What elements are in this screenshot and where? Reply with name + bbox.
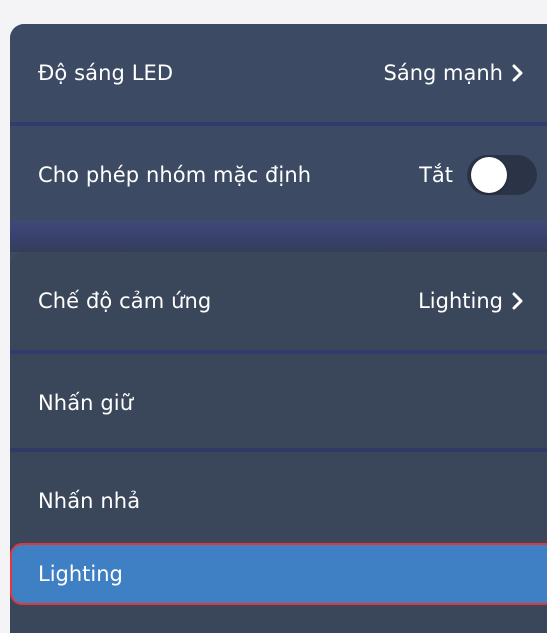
default-group-toggle[interactable] <box>467 155 537 195</box>
settings-panel: Độ sáng LED Sáng mạnh Cho phép nhóm mặc … <box>10 24 547 633</box>
default-group-state-text: Tắt <box>419 163 453 187</box>
lighting-option-selected[interactable]: Lighting <box>10 543 547 605</box>
led-brightness-value: Sáng mạnh <box>383 61 503 85</box>
toggle-knob <box>471 157 507 193</box>
lighting-option-label: Lighting <box>38 562 123 586</box>
press-hold-row[interactable]: Nhấn giữ <box>10 354 547 452</box>
press-release-row[interactable]: Nhấn nhả <box>10 452 547 550</box>
default-group-label: Cho phép nhóm mặc định <box>38 163 312 187</box>
press-hold-label: Nhấn giữ <box>38 391 134 415</box>
led-brightness-label: Độ sáng LED <box>38 61 174 85</box>
default-group-row: Cho phép nhóm mặc định Tắt <box>10 126 547 221</box>
default-group-state-group: Tắt <box>419 155 537 195</box>
press-release-label: Nhấn nhả <box>38 489 141 513</box>
touch-mode-label: Chế độ cảm ứng <box>38 289 212 313</box>
led-brightness-value-group: Sáng mạnh <box>383 61 523 85</box>
touch-mode-value: Lighting <box>418 289 503 313</box>
touch-mode-row[interactable]: Chế độ cảm ứng Lighting <box>10 252 547 350</box>
group-separator <box>10 221 547 252</box>
chevron-right-icon <box>512 292 523 310</box>
touch-mode-value-group: Lighting <box>418 289 523 313</box>
settings-group-led: Độ sáng LED Sáng mạnh Cho phép nhóm mặc … <box>10 24 547 221</box>
led-brightness-row[interactable]: Độ sáng LED Sáng mạnh <box>10 24 547 122</box>
chevron-right-icon <box>512 64 523 82</box>
